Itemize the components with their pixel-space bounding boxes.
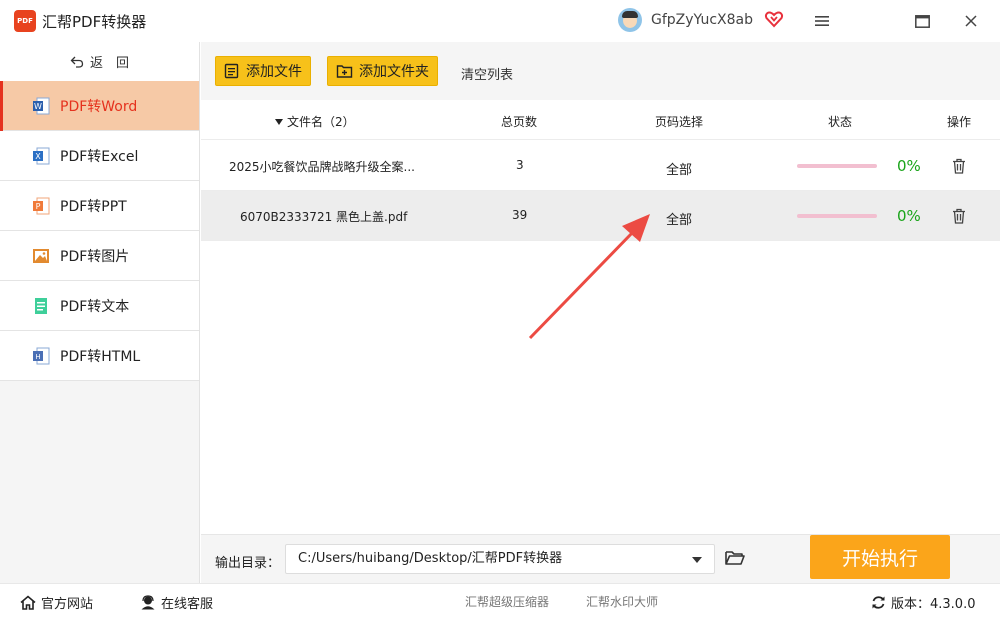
excel-icon: X [33,147,50,164]
menu-icon[interactable] [809,8,835,34]
sidebar-item-pdf-to-text[interactable]: PDF转文本 [0,281,199,331]
avatar[interactable] [618,8,642,32]
trash-icon[interactable] [952,158,966,174]
username[interactable]: GfpZyYucX8ab [651,12,753,28]
app-title: 汇帮PDF转换器 [42,13,147,31]
ppt-icon: P [33,197,50,214]
file-name: 2025小吃餐饮品牌战略升级全案... [229,160,415,174]
sidebar-item-pdf-to-image[interactable]: PDF转图片 [0,231,199,281]
title-bar: PDF 汇帮PDF转换器 GfpZyYucX8ab [0,0,1000,42]
html-icon: H [33,347,50,364]
filename-header-label: 文件名（2） [287,115,355,129]
sidebar-item-label: PDF转文本 [60,298,130,315]
version-info[interactable]: 版本：4.3.0.0 [871,593,975,612]
output-bar: 输出目录： C:/Users/huibang/Desktop/汇帮PDF转换器 … [201,534,1000,583]
progress-percent: 0% [897,207,921,225]
action-header: 操作 [947,115,972,129]
online-support-label: 在线客服 [161,597,214,612]
table-row[interactable]: 6070B2333721 黑色上盖.pdf 39 全部 0% [201,191,1000,241]
start-button[interactable]: 开始执行 [810,535,950,579]
support-agent-icon [141,595,155,610]
chevron-down-icon[interactable] [692,557,702,563]
toolbar: 添加文件 添加文件夹 清空列表 [201,42,1000,100]
file-name: 6070B2333721 黑色上盖.pdf [240,210,408,224]
sidebar-item-label: PDF转Excel [60,148,139,165]
refresh-icon [872,596,885,609]
main-panel: 添加文件 添加文件夹 清空列表 文件名（2） 总页数 页码选择 状态 操作 20… [201,42,1000,583]
add-file-label: 添加文件 [246,64,302,80]
sidebar-item-label: PDF转PPT [60,198,127,215]
svg-text:W: W [34,102,42,111]
clear-list-button[interactable]: 清空列表 [461,64,513,83]
close-icon[interactable] [958,8,984,34]
sidebar-item-label: PDF转Word [60,98,138,115]
add-folder-button[interactable]: 添加文件夹 [327,56,438,86]
progress-bar [797,164,877,168]
sidebar-item-pdf-to-word[interactable]: W PDF转Word [0,81,199,131]
version-label: 版本：4.3.0.0 [891,597,976,612]
watermark-link[interactable]: 汇帮水印大师 [586,593,658,610]
sidebar-item-pdf-to-html[interactable]: H PDF转HTML [0,331,199,381]
page-select-dropdown[interactable]: 全部 [666,209,692,228]
sidebar-item-label: PDF转HTML [60,348,141,365]
page-select-dropdown[interactable]: 全部 [666,159,692,178]
open-folder-icon[interactable] [724,548,746,568]
compressor-link[interactable]: 汇帮超级压缩器 [465,593,549,610]
sidebar-item-pdf-to-excel[interactable]: X PDF转Excel [0,131,199,181]
svg-text:H: H [35,353,40,361]
svg-text:P: P [36,202,41,211]
progress-percent: 0% [897,157,921,175]
output-path: C:/Users/huibang/Desktop/汇帮PDF转换器 [298,551,563,566]
vip-heart-icon[interactable] [764,9,784,29]
back-arrow-icon [70,56,84,68]
page-count: 39 [512,208,528,222]
output-label: 输出目录： [215,556,281,571]
page-select-header: 页码选择 [655,115,704,129]
table-header: 文件名（2） 总页数 页码选择 状态 操作 [201,100,1000,140]
add-file-icon [224,63,239,79]
official-site-label: 官方网站 [41,597,94,612]
maximize-icon[interactable] [909,8,935,34]
sidebar-item-pdf-to-ppt[interactable]: P PDF转PPT [0,181,199,231]
footer: 官方网站 在线客服 汇帮超级压缩器 汇帮水印大师 版本：4.3.0.0 [0,583,1000,617]
back-label: 返 回 [89,56,129,71]
add-folder-icon [336,65,353,78]
online-support-link[interactable]: 在线客服 [140,593,213,612]
page-count: 3 [516,158,524,172]
app-logo-text: PDF [17,17,33,25]
file-table: 文件名（2） 总页数 页码选择 状态 操作 2025小吃餐饮品牌战略升级全案..… [201,100,1000,544]
home-icon [20,595,36,610]
text-icon [35,297,47,314]
add-folder-label: 添加文件夹 [359,64,429,80]
image-icon [33,248,49,263]
filename-header[interactable]: 文件名（2） [275,113,355,130]
progress-bar [797,214,877,218]
sort-down-icon [275,118,283,125]
word-icon: W [33,97,50,114]
sidebar: 返 回 W PDF转Word X PDF转Excel P PDF转PPT PDF… [0,42,200,583]
pages-header: 总页数 [501,115,538,129]
app-logo-icon: PDF [14,10,36,32]
sidebar-item-label: PDF转图片 [60,248,130,265]
add-file-button[interactable]: 添加文件 [215,56,311,86]
status-header: 状态 [828,115,853,129]
back-button[interactable]: 返 回 [0,42,199,81]
trash-icon[interactable] [952,208,966,224]
table-row[interactable]: 2025小吃餐饮品牌战略升级全案... 3 全部 0% [201,141,1000,191]
official-site-link[interactable]: 官方网站 [20,593,93,612]
svg-text:X: X [35,152,41,161]
output-path-select[interactable]: C:/Users/huibang/Desktop/汇帮PDF转换器 [285,544,715,574]
